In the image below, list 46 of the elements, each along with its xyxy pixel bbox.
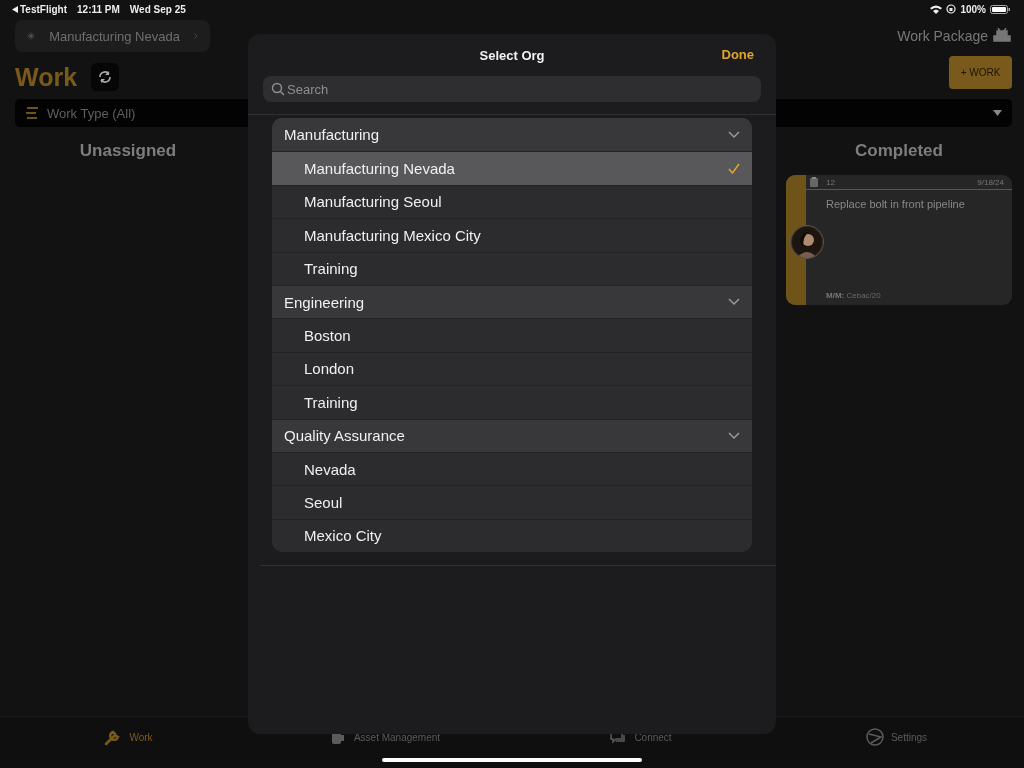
org-row[interactable]: Boston <box>272 318 752 352</box>
status-date: Wed Sep 25 <box>129 3 186 15</box>
search-icon <box>271 82 285 96</box>
back-link[interactable]: TestFlight <box>12 3 68 15</box>
back-icon[interactable] <box>12 5 18 13</box>
page-title: Work <box>15 62 78 92</box>
org-row[interactable]: Training <box>272 251 752 285</box>
chevron-down-icon <box>728 298 740 307</box>
settings-icon <box>864 727 885 747</box>
column-title: Unassigned <box>79 141 177 162</box>
search-field[interactable]: Search <box>263 76 761 102</box>
sync-icon <box>97 69 114 85</box>
chevron-down-icon <box>728 130 740 139</box>
org-row[interactable]: London <box>272 351 752 386</box>
lock-rotation-icon <box>946 4 957 14</box>
card-date: 9/18/24 <box>977 177 1004 187</box>
card-number: 12 <box>826 177 835 187</box>
org-group-row[interactable]: Engineering <box>272 284 752 319</box>
work-card[interactable]: 12 9/18/24 Replace bolt in front pipeline M/M: Cebac/20 <box>786 175 1012 305</box>
chevron-right-icon <box>193 30 198 42</box>
list-icon <box>25 107 39 119</box>
org-row[interactable]: Manufacturing Nevada <box>272 151 752 185</box>
org-row[interactable]: Mexico City <box>272 518 752 553</box>
org-row[interactable]: Training <box>272 385 752 419</box>
checkmark-icon <box>728 163 740 175</box>
org-group-row[interactable]: Quality Assurance <box>272 418 752 452</box>
org-group-row[interactable]: Manufacturing <box>272 118 752 152</box>
column-title: Completed <box>855 141 943 162</box>
card-description: Replace bolt in front pipeline <box>826 198 966 212</box>
org-row[interactable]: Seoul <box>272 485 752 519</box>
battery-icon <box>990 4 1010 14</box>
org-row[interactable]: Nevada <box>272 451 752 486</box>
sheet-title: Select Org <box>479 47 545 63</box>
sync-button[interactable] <box>91 63 120 91</box>
battery-percent: 100% <box>960 3 986 15</box>
status-time: 12:11 PM <box>77 3 120 15</box>
work-package-label[interactable]: Work Package <box>897 28 988 44</box>
org-row[interactable]: Manufacturing Seoul <box>272 184 752 219</box>
chevron-down-icon <box>728 431 740 440</box>
dropdown-icon <box>993 110 1002 116</box>
wifi-icon <box>930 4 943 14</box>
org-row[interactable]: Manufacturing Mexico City <box>272 218 752 252</box>
sewing-machine-icon[interactable] <box>992 28 1012 44</box>
card-mm: M/M: Cebac/20 <box>826 291 882 300</box>
done-button[interactable]: Done <box>721 47 754 62</box>
clipboard-icon <box>810 177 818 187</box>
